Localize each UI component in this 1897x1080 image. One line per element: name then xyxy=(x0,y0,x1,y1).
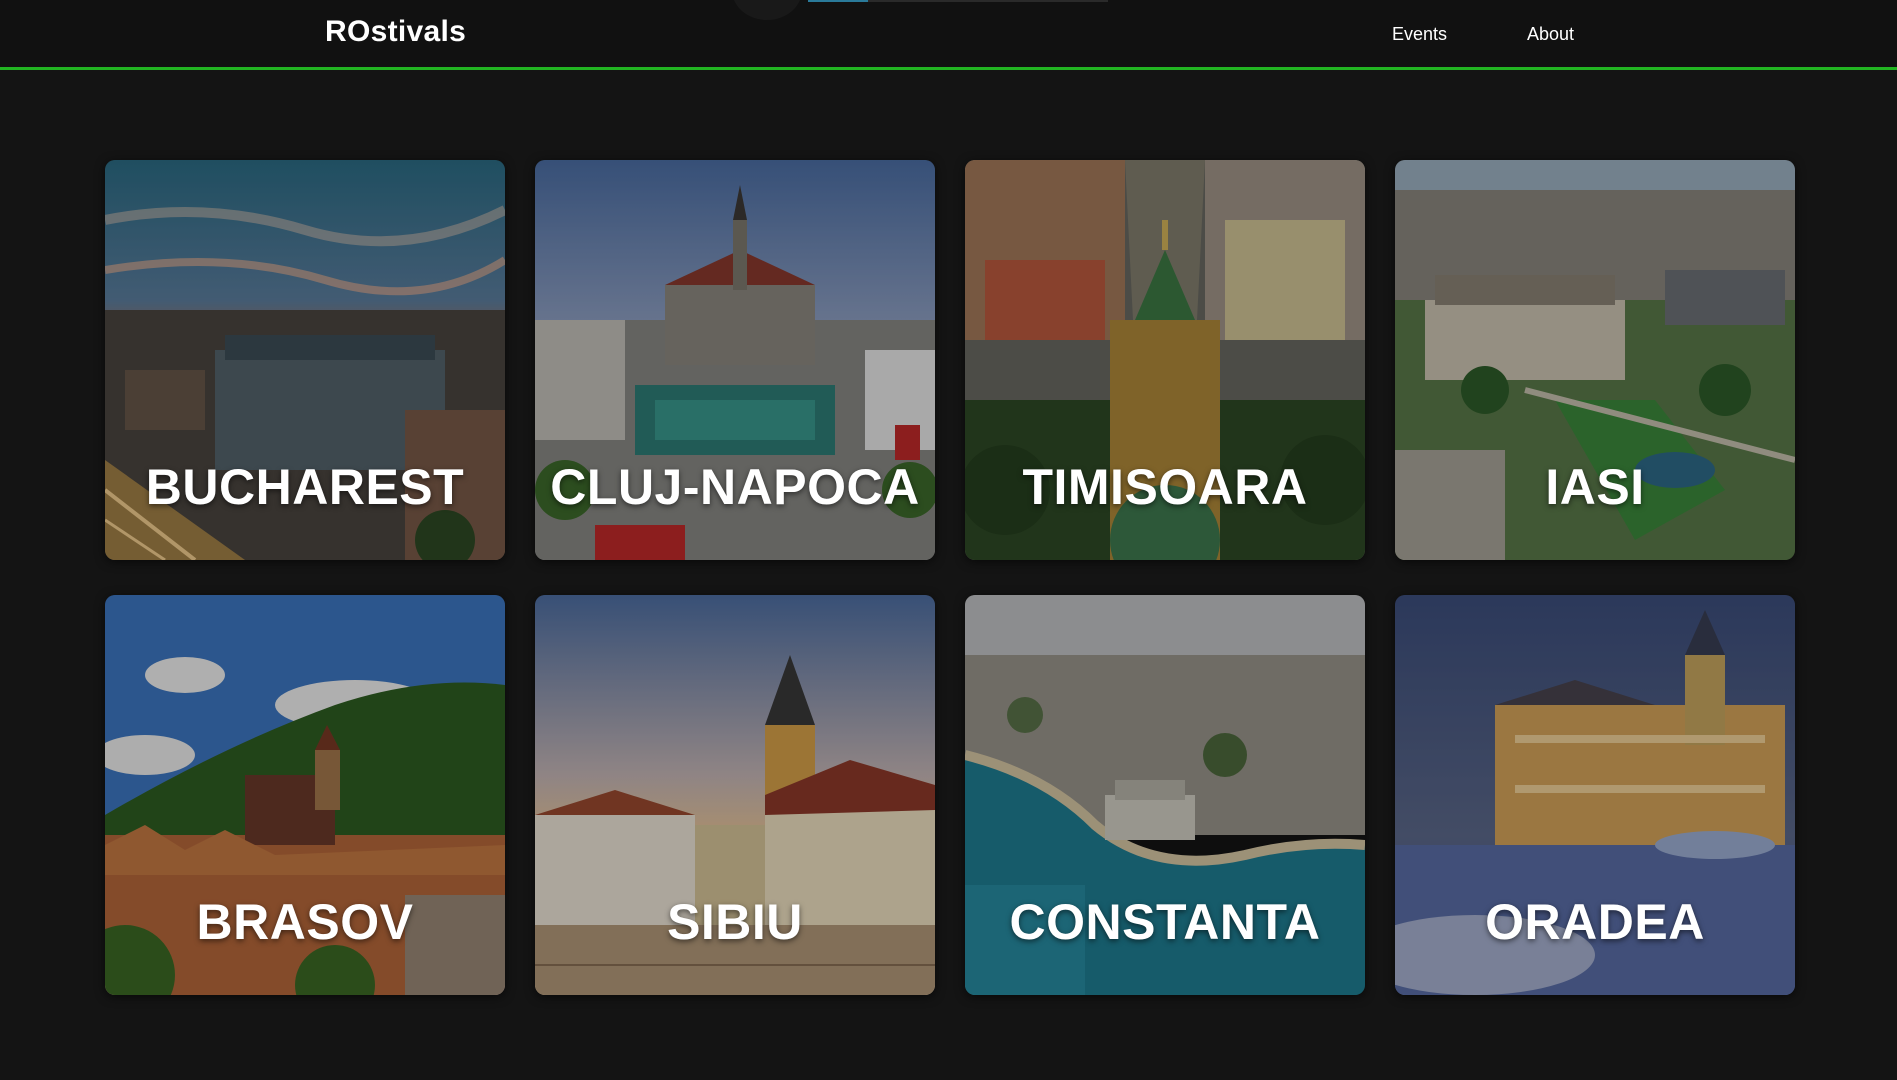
city-card-cluj-napoca[interactable]: CLUJ-NAPOCA xyxy=(535,160,935,560)
navbar: ROstivals Events About xyxy=(0,0,1897,70)
city-name: SIBIU xyxy=(667,894,803,950)
city-card-oradea[interactable]: ORADEA xyxy=(1395,595,1795,995)
city-card-constanta[interactable]: CONSTANTA xyxy=(965,595,1365,995)
city-card-sibiu[interactable]: SIBIU xyxy=(535,595,935,995)
top-decoration-accent xyxy=(808,0,868,2)
city-name: IASI xyxy=(1545,459,1645,515)
top-decoration xyxy=(732,0,802,20)
city-card-bucharest[interactable]: BUCHAREST xyxy=(105,160,505,560)
city-name: BUCHAREST xyxy=(145,459,465,515)
city-name: TIMISOARA xyxy=(1022,459,1308,515)
city-grid: BUCHAREST CLUJ-NAPOCA TIMISOARA IASI BRA… xyxy=(105,160,1795,995)
city-name: CLUJ-NAPOCA xyxy=(550,459,920,515)
city-card-iasi[interactable]: IASI xyxy=(1395,160,1795,560)
nav-link-events[interactable]: Events xyxy=(1392,24,1447,45)
nav-link-about[interactable]: About xyxy=(1527,24,1574,45)
city-name: ORADEA xyxy=(1485,894,1705,950)
city-name: CONSTANTA xyxy=(1009,894,1321,950)
city-card-brasov[interactable]: BRASOV xyxy=(105,595,505,995)
brand-logo-link[interactable]: ROstivals xyxy=(325,15,466,49)
city-name: BRASOV xyxy=(196,894,414,950)
city-card-timisoara[interactable]: TIMISOARA xyxy=(965,160,1365,560)
